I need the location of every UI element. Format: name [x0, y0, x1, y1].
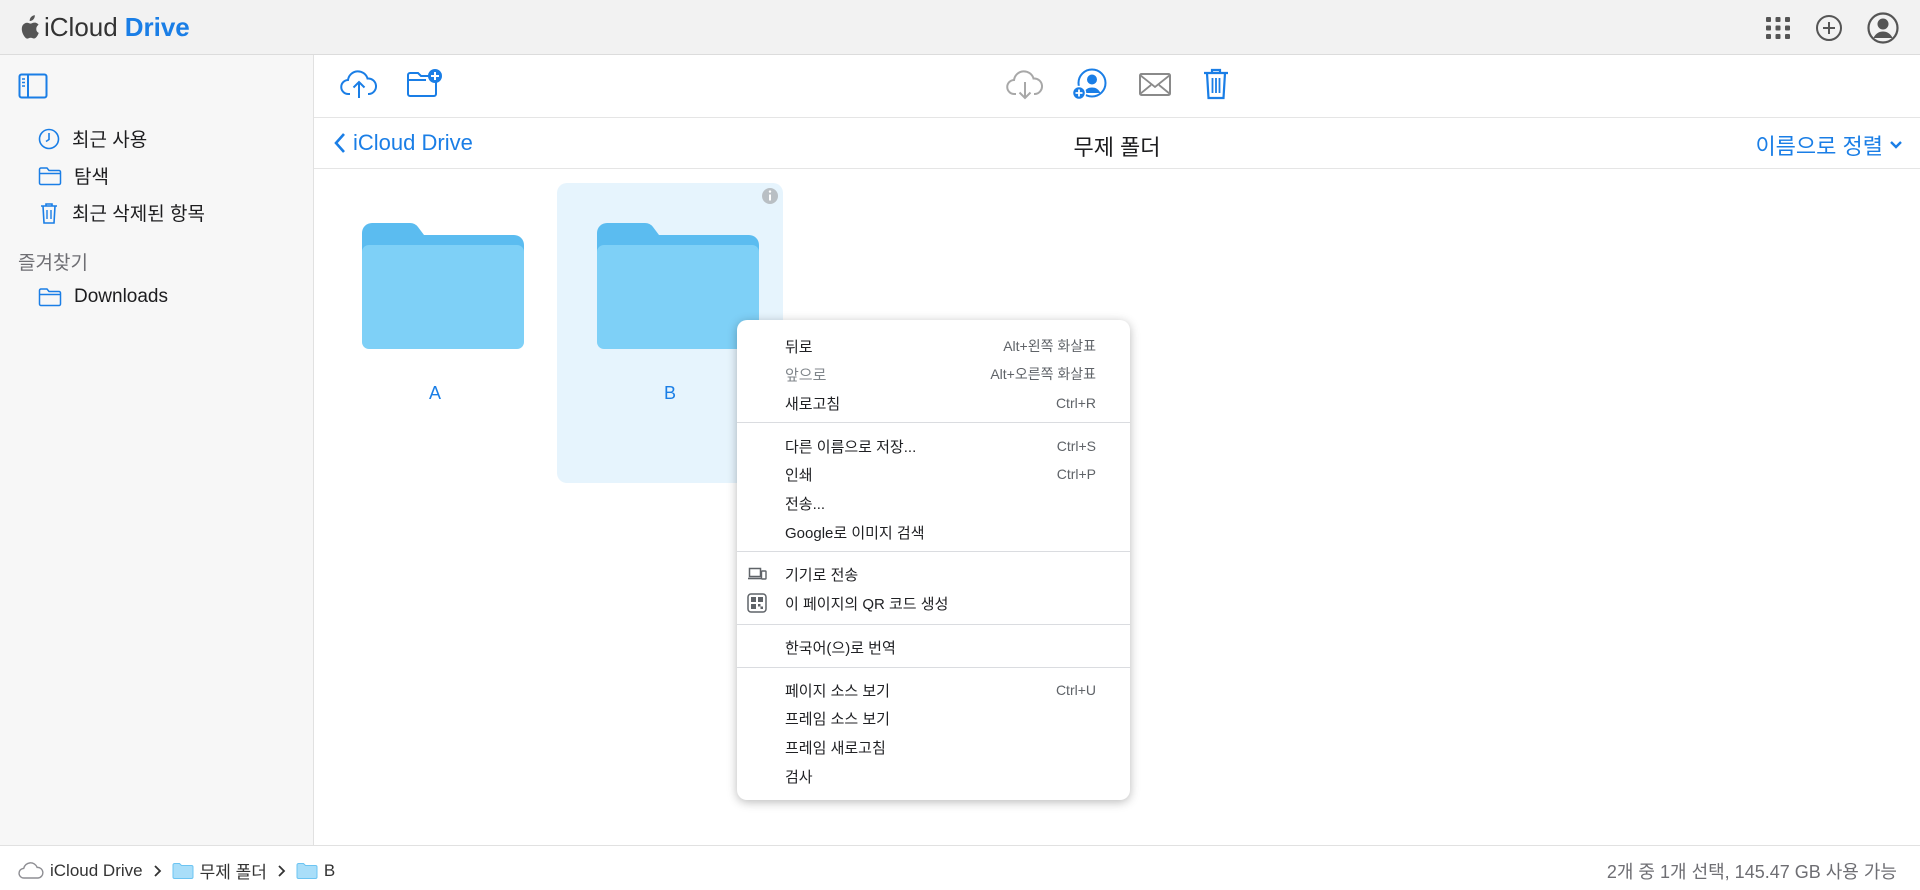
qr-code-icon [747, 593, 767, 613]
share-user-icon[interactable] [1071, 67, 1109, 101]
folder-icon [38, 166, 62, 185]
context-menu: 뒤로 Alt+왼쪽 화살표 앞으로 Alt+오른쪽 화살표 새로고침 Ctrl+… [737, 320, 1130, 800]
menu-item-google-image-search[interactable]: Google로 이미지 검색 [737, 518, 1130, 546]
breadcrumb-label: 무제 폴더 [199, 863, 267, 882]
breadcrumb-label: B [323, 860, 336, 880]
menu-divider [737, 624, 1130, 625]
menu-item-cast[interactable]: 전송... [737, 489, 1130, 517]
sidebar: 최근 사용 탐색 최근 삭제된 항목 즐겨찾기 Downloads [0, 55, 314, 845]
menu-item-send-to-devices[interactable]: 기기로 전송 [737, 560, 1130, 588]
sidebar-item-label: 최근 사용 [72, 130, 148, 151]
menu-item-translate[interactable]: 한국어(으)로 번역 [737, 633, 1130, 661]
mail-icon [1139, 73, 1171, 96]
menu-item-back[interactable]: 뒤로 Alt+왼쪽 화살표 [737, 332, 1130, 360]
breadcrumb-item-icloud-drive[interactable]: iCloud Drive [18, 861, 143, 881]
sidebar-item-label: 탐색 [74, 167, 109, 188]
breadcrumb-label: iCloud Drive [50, 860, 143, 880]
add-circle-icon[interactable] [1814, 13, 1844, 43]
app-grid-icon[interactable] [1764, 14, 1792, 42]
nav-bar: iCloud Drive 무제 폴더 이름으로 정렬 [314, 118, 1920, 169]
sidebar-item-browse[interactable]: 탐색 [38, 162, 109, 189]
favorites-heading: 즐겨찾기 [18, 253, 88, 274]
trash-icon[interactable] [1197, 67, 1235, 101]
brand-drive-text: Drive [124, 12, 190, 42]
brand[interactable]: iCloud Drive [18, 12, 190, 43]
breadcrumb: iCloud Drive 무제 폴더 B [18, 858, 335, 883]
sidebar-item-recently-deleted[interactable]: 최근 삭제된 항목 [38, 199, 205, 226]
upload-icon[interactable] [340, 67, 378, 101]
menu-item-forward: 앞으로 Alt+오른쪽 화살표 [785, 366, 1096, 384]
chevron-right-icon [277, 864, 286, 878]
sort-button[interactable]: 이름으로 정렬 [1755, 129, 1903, 161]
breadcrumb-item-b[interactable]: B [296, 861, 335, 881]
breadcrumb-item-untitled-folder[interactable]: 무제 폴더 [172, 858, 267, 883]
toolbar [314, 55, 1920, 118]
folder-name: A [428, 383, 441, 403]
menu-item-print[interactable]: 인쇄 Ctrl+P [737, 460, 1130, 488]
status-bar: iCloud Drive 무제 폴더 B 2개 중 1개 선택, 145.47 … [0, 845, 1920, 890]
menu-divider [737, 422, 1130, 423]
sidebar-item-downloads[interactable]: Downloads [38, 286, 168, 308]
menu-divider [737, 551, 1130, 552]
folder-icon [38, 288, 62, 307]
chevron-down-icon [1890, 141, 1902, 149]
folder-icon [296, 862, 318, 879]
download-icon [1006, 70, 1044, 100]
sort-label: 이름으로 정렬 [1755, 134, 1883, 159]
clock-icon [38, 128, 60, 149]
brand-icloud-text: iCloud [44, 12, 118, 42]
top-right-controls [1764, 11, 1900, 45]
menu-divider [737, 667, 1130, 668]
menu-item-qr-code[interactable]: 이 페이지의 QR 코드 생성 [737, 589, 1130, 617]
trash-icon [41, 202, 57, 224]
menu-item-reload-frame[interactable]: 프레임 새로고침 [737, 733, 1130, 761]
sidebar-item-label: Downloads [74, 286, 168, 307]
menu-item-view-page-source[interactable]: 페이지 소스 보기 Ctrl+U [737, 676, 1130, 704]
new-folder-icon[interactable] [406, 67, 444, 101]
folder-icon [172, 862, 194, 879]
selection-status: 2개 중 1개 선택, 145.47 GB 사용 가능 [1606, 862, 1897, 882]
sidebar-item-recent[interactable]: 최근 사용 [38, 125, 147, 152]
chevron-right-icon [153, 864, 162, 878]
folder-icon [362, 223, 524, 349]
page-title: 무제 폴더 [1073, 135, 1161, 160]
info-icon[interactable] [761, 187, 779, 205]
menu-item-view-frame-source[interactable]: 프레임 소스 보기 [737, 704, 1130, 732]
sidebar-item-label: 최근 삭제된 항목 [72, 204, 205, 225]
account-icon[interactable] [1866, 11, 1900, 45]
folder-item-a[interactable]: A [322, 183, 548, 483]
top-bar: iCloud Drive [0, 0, 1920, 55]
menu-item-inspect[interactable]: 검사 [737, 762, 1130, 790]
apple-logo-icon [21, 14, 39, 39]
folder-icon [597, 223, 759, 349]
menu-item-reload[interactable]: 새로고침 Ctrl+R [737, 389, 1130, 417]
devices-icon [748, 567, 767, 580]
menu-item-save-as[interactable]: 다른 이름으로 저장... Ctrl+S [737, 432, 1130, 460]
sidebar-toggle-icon[interactable] [18, 73, 48, 99]
cloud-icon [18, 861, 44, 879]
